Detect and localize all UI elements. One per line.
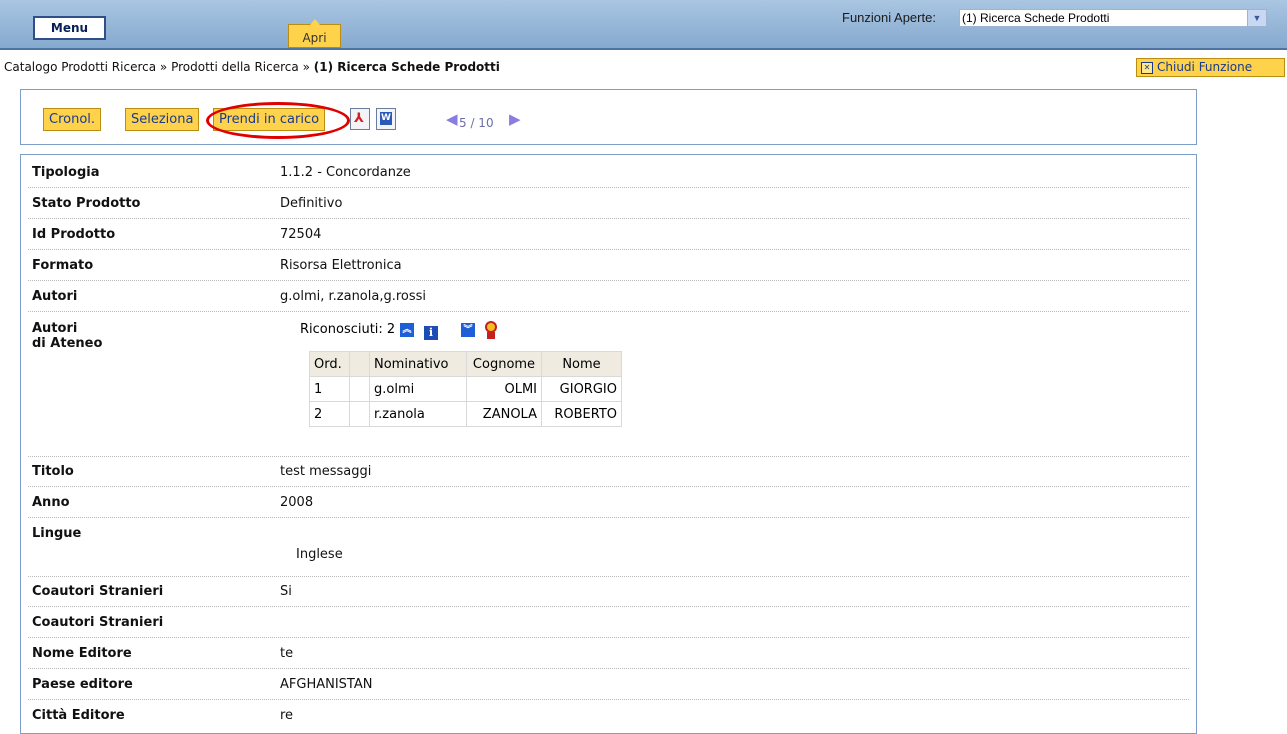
word-icon[interactable] [376, 108, 396, 130]
field-label: Titolo [32, 464, 74, 479]
breadcrumb-separator: » [302, 60, 310, 74]
breadcrumb: Catalogo Prodotti Ricerca » Prodotti del… [4, 60, 500, 74]
field-value: 1.1.2 - Concordanze [280, 165, 411, 180]
info-icon[interactable]: i [424, 326, 438, 340]
field-label: Paese editore [32, 677, 133, 692]
field-label: Coautori Stranieri [32, 584, 164, 599]
field-label: Città Editore [32, 708, 125, 723]
column-header-blank [349, 351, 370, 377]
field-row-anno: Anno 2008 [28, 489, 1189, 518]
table-row: 1 g.olmi OLMI GIORGIO [309, 376, 622, 402]
product-detail-panel: Tipologia 1.1.2 - Concordanze Stato Prod… [20, 154, 1197, 734]
funzioni-aperte-label: Funzioni Aperte: [842, 10, 936, 25]
expand-down-icon[interactable]: ︾ [461, 323, 475, 337]
field-label: Formato [32, 258, 94, 273]
table-cell: GIORGIO [541, 376, 622, 402]
expand-up-icon[interactable]: ︽ [400, 323, 414, 337]
field-label: Nome Editore [32, 646, 132, 661]
table-cell [349, 376, 370, 402]
field-label: Id Prodotto [32, 227, 116, 242]
award-icon[interactable] [483, 321, 499, 339]
column-header-cognome: Cognome [466, 351, 542, 377]
field-value: Definitivo [280, 196, 343, 211]
table-header-row: Ord. Nominativo Cognome Nome [309, 351, 622, 377]
field-row-autori: Autori g.olmi, r.zanola,g.rossi [28, 283, 1189, 312]
menu-button[interactable]: Menu [33, 16, 106, 40]
pdf-icon[interactable] [350, 108, 370, 130]
top-bar: Menu Apri Funzioni Aperte: (1) Ricerca S… [0, 0, 1287, 50]
column-header-nome: Nome [541, 351, 622, 377]
authors-table: Ord. Nominativo Cognome Nome 1 g.olmi OL… [309, 351, 622, 427]
field-row-autori-ateneo: Autori di Ateneo Riconosciuti: 2 ︽ i ︾ O… [28, 314, 1189, 457]
action-toolbar: Cronol. Seleziona Prendi in carico ◀ 5 /… [20, 89, 1197, 145]
chiudi-funzione-button[interactable]: ✕ Chiudi Funzione [1136, 58, 1285, 77]
apri-button[interactable]: Apri [288, 19, 341, 48]
field-label: Anno [32, 495, 70, 510]
table-cell [349, 401, 370, 427]
field-label: Stato Prodotto [32, 196, 141, 211]
breadcrumb-item-catalogo[interactable]: Catalogo Prodotti Ricerca [4, 60, 156, 74]
field-label: Autori di Ateneo [32, 321, 102, 351]
prendi-in-carico-button[interactable]: Prendi in carico [213, 108, 326, 131]
seleziona-button[interactable]: Seleziona [125, 108, 200, 131]
table-cell: ZANOLA [466, 401, 542, 427]
pager-counter: 5 / 10 [459, 116, 494, 130]
table-row: 2 r.zanola ZANOLA ROBERTO [309, 401, 622, 427]
funzioni-aperte-selected: (1) Ricerca Schede Prodotti [962, 11, 1110, 25]
field-value: Risorsa Elettronica [280, 258, 402, 273]
table-cell: g.olmi [369, 376, 467, 402]
field-label: Coautori Stranieri [32, 615, 164, 630]
field-row-lingue: Lingue Inglese [28, 520, 1189, 577]
field-label: Autori [32, 289, 78, 304]
table-cell: ROBERTO [541, 401, 622, 427]
breadcrumb-current: (1) Ricerca Schede Prodotti [313, 60, 500, 74]
arrow-left-icon[interactable]: ◀ [446, 110, 458, 128]
field-row-stato: Stato Prodotto Definitivo [28, 190, 1189, 219]
field-value: g.olmi, r.zanola,g.rossi [280, 289, 427, 304]
field-label: Lingue [32, 526, 82, 541]
column-header-ord: Ord. [309, 351, 350, 377]
chiudi-funzione-label: Chiudi Funzione [1157, 60, 1253, 74]
field-label: Tipologia [32, 165, 100, 180]
field-label-line: Autori [32, 321, 78, 336]
table-cell: r.zanola [369, 401, 467, 427]
field-row-paese-editore: Paese editore AFGHANISTAN [28, 671, 1189, 700]
field-value: 2008 [280, 495, 314, 510]
breadcrumb-item-prodotti[interactable]: Prodotti della Ricerca [171, 60, 299, 74]
field-value: 72504 [280, 227, 322, 242]
field-row-coautori-stranieri-2: Coautori Stranieri [28, 609, 1189, 638]
table-cell: 1 [309, 376, 350, 402]
field-value: Si [280, 584, 292, 599]
field-value: AFGHANISTAN [280, 677, 373, 692]
field-row-formato: Formato Risorsa Elettronica [28, 252, 1189, 281]
riconosciuti-count: Riconosciuti: 2 [300, 322, 396, 337]
table-cell: OLMI [466, 376, 542, 402]
breadcrumb-separator: » [159, 60, 168, 74]
field-value: test messaggi [280, 464, 372, 479]
arrow-right-icon[interactable]: ▶ [509, 110, 521, 128]
field-row-coautori-stranieri: Coautori Stranieri Si [28, 578, 1189, 607]
table-cell: 2 [309, 401, 350, 427]
field-row-citta-editore: Città Editore re [28, 702, 1189, 730]
cronol-button[interactable]: Cronol. [43, 108, 102, 131]
field-row-titolo: Titolo test messaggi [28, 458, 1189, 487]
field-value: Inglese [296, 547, 343, 562]
field-row-nome-editore: Nome Editore te [28, 640, 1189, 669]
field-row-tipologia: Tipologia 1.1.2 - Concordanze [28, 159, 1189, 188]
dropdown-arrow-icon[interactable]: ▼ [1247, 10, 1266, 26]
field-row-id: Id Prodotto 72504 [28, 221, 1189, 250]
field-label-line: di Ateneo [32, 336, 103, 351]
field-value: re [280, 708, 294, 723]
column-header-nominativo: Nominativo [369, 351, 467, 377]
close-box-icon: ✕ [1141, 61, 1153, 74]
field-value: te [280, 646, 294, 661]
funzioni-aperte-select[interactable]: (1) Ricerca Schede Prodotti ▼ [959, 9, 1267, 27]
